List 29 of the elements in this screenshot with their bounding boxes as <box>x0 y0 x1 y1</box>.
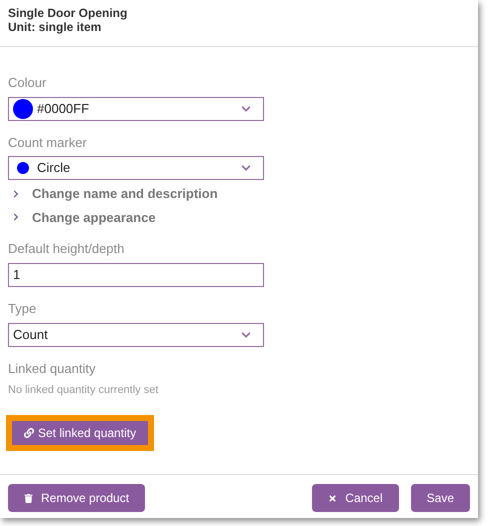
expander-link[interactable]: Change appearance <box>12 208 156 227</box>
chevron-down-icon <box>241 330 251 340</box>
link-icon <box>24 428 34 438</box>
dropdown-value: Circle <box>37 159 70 178</box>
dropdown[interactable]: #0000FF <box>8 96 264 120</box>
chevron-down-icon <box>241 104 251 114</box>
chevron-right-icon <box>12 213 20 222</box>
unit-text: Unit: single item <box>8 20 102 34</box>
chevron-right-icon <box>12 190 20 198</box>
note-text: No linked quantity currently set <box>8 383 158 398</box>
product-title: Single Door Opening <box>8 6 128 20</box>
footer-button[interactable]: Remove product <box>8 484 146 512</box>
footer-button[interactable]: Cancel <box>312 484 399 512</box>
dropdown-value: Count <box>13 326 48 344</box>
input-field[interactable]: 1 <box>8 262 264 286</box>
set-linked-quantity-button[interactable]: Set linked quantity <box>12 420 148 444</box>
field-label: Type <box>8 300 36 318</box>
field-label: Colour <box>8 74 46 92</box>
field-label: Default height/depth <box>8 240 124 258</box>
chevron-down-icon <box>241 163 251 173</box>
dropdown-value: #0000FF <box>37 100 90 118</box>
footer-button[interactable]: Save <box>410 484 470 512</box>
field-label: Linked quantity <box>8 360 96 378</box>
close-icon <box>328 494 338 502</box>
trash-icon <box>24 494 33 502</box>
expander-link[interactable]: Change name and description <box>12 184 218 204</box>
dropdown[interactable]: Circle <box>8 156 264 180</box>
field-label: Count marker <box>8 134 87 152</box>
dropdown[interactable]: Count <box>8 322 264 346</box>
